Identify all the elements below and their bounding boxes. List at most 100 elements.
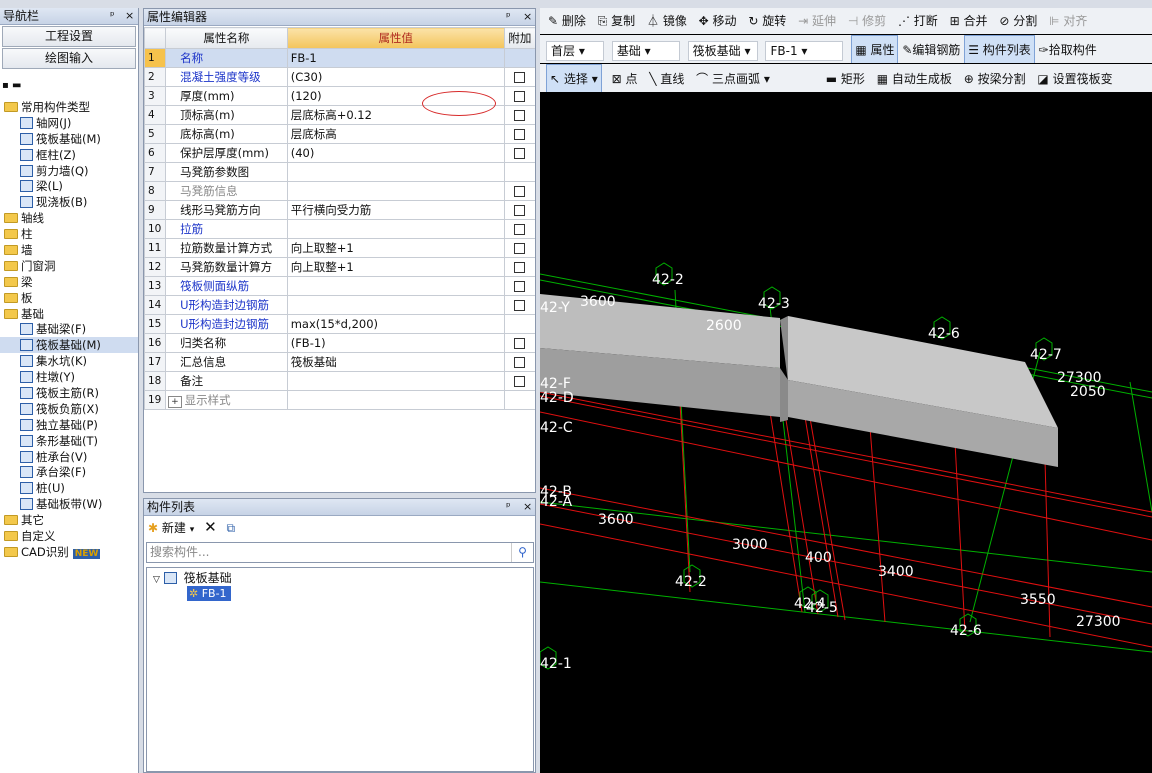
align-button[interactable]: ⊫ 对齐 — [1049, 8, 1087, 34]
tree-item[interactable]: 墙 — [0, 242, 138, 258]
extra-checkbox[interactable] — [514, 186, 526, 197]
property-row[interactable]: 7 马凳筋参数图 — [144, 162, 535, 182]
property-value[interactable] — [286, 276, 505, 296]
property-row[interactable]: 16 归类名称 (FB-1) — [144, 333, 535, 353]
tree-item[interactable]: 基础 — [0, 306, 138, 322]
rotate-button[interactable]: ↻ 旋转 — [748, 8, 786, 34]
property-row[interactable]: 6 保护层厚度(mm) (40) — [144, 143, 535, 163]
break-button[interactable]: ⋰ 打断 — [898, 8, 938, 34]
property-row[interactable]: 19 + 显示样式 — [144, 390, 535, 410]
extra-checkbox[interactable] — [514, 338, 526, 349]
extra-checkbox[interactable] — [514, 262, 526, 273]
point-button[interactable]: ⊠ 点 — [612, 65, 638, 92]
close-icon[interactable]: × — [523, 499, 532, 515]
tree-item[interactable]: 基础梁(F) — [0, 321, 138, 337]
extra-checkbox[interactable] — [514, 110, 526, 121]
property-value[interactable] — [286, 371, 505, 391]
extra-checkbox[interactable] — [514, 376, 526, 387]
close-icon[interactable]: × — [125, 8, 134, 24]
delete-icon[interactable]: ✕ — [204, 518, 217, 536]
tree-item[interactable]: 集水坑(K) — [0, 353, 138, 369]
tree-item[interactable]: 筏板基础(M) — [0, 337, 138, 354]
property-value[interactable] — [286, 219, 505, 239]
property-value[interactable]: (40) — [286, 143, 505, 163]
3d-viewport[interactable]: 42-242-342-642-742-242-442-542-642-142-D… — [540, 92, 1152, 773]
extra-checkbox[interactable] — [514, 243, 526, 254]
tree-item[interactable]: 自定义 — [0, 528, 138, 544]
tree-item[interactable]: 筏板负筋(X) — [0, 401, 138, 417]
property-row[interactable]: 17 汇总信息 筏板基础 — [144, 352, 535, 372]
extra-checkbox[interactable] — [514, 224, 526, 235]
pin-icon[interactable]: ᵖ — [506, 9, 511, 25]
extra-checkbox[interactable] — [514, 129, 526, 140]
property-value[interactable]: (C30) — [286, 67, 505, 87]
tree-item[interactable]: 筏板基础(M) — [0, 131, 138, 147]
property-row[interactable]: 11 拉筋数量计算方式 向上取整+1 — [144, 238, 535, 258]
property-value[interactable] — [286, 390, 505, 410]
tree-item[interactable]: 现浇板(B) — [0, 194, 138, 210]
tree-item[interactable]: 桩承台(V) — [0, 449, 138, 465]
tree-item[interactable]: 柱 — [0, 226, 138, 242]
line-button[interactable]: ╲ 直线 — [649, 65, 684, 92]
tree-item[interactable]: 门窗洞 — [0, 258, 138, 274]
tree-item[interactable]: 轴网(J) — [0, 115, 138, 131]
property-row[interactable]: 2 混凝土强度等级 (C30) — [144, 67, 535, 87]
trim-button[interactable]: ⊣ 修剪 — [848, 8, 886, 34]
mirror-button[interactable]: ⏃ 镜像 — [647, 8, 687, 34]
extra-checkbox[interactable] — [514, 91, 526, 102]
pin-icon[interactable]: ᵖ — [110, 8, 115, 24]
tree-item[interactable]: 剪力墙(Q) — [0, 163, 138, 179]
property-row[interactable]: 1 名称 FB-1 — [144, 48, 535, 68]
property-button[interactable]: ▦ 属性 — [851, 35, 899, 63]
tree-item[interactable]: 承台梁(F) — [0, 464, 138, 480]
property-row[interactable]: 18 备注 — [144, 371, 535, 391]
property-row[interactable]: 14 U形构造封边钢筋 — [144, 295, 535, 315]
set-raft-slope-button[interactable]: ◪ 设置筏板变 — [1037, 65, 1112, 92]
extra-checkbox[interactable] — [514, 281, 526, 292]
extra-checkbox[interactable] — [514, 357, 526, 368]
tree-item[interactable]: 轴线 — [0, 210, 138, 226]
rect-button[interactable]: ▬ 矩形 — [826, 65, 865, 92]
auto-slab-button[interactable]: ▦ 自动生成板 — [877, 65, 952, 92]
property-value[interactable]: 向上取整+1 — [286, 257, 505, 277]
property-row[interactable]: 10 拉筋 — [144, 219, 535, 239]
property-row[interactable]: 5 底标高(m) 层底标高 — [144, 124, 535, 144]
project-settings-button[interactable]: 工程设置 — [2, 26, 136, 47]
item-select[interactable]: FB-1 ▾ — [765, 40, 844, 61]
tree-item[interactable]: 其它 — [0, 512, 138, 528]
search-icon[interactable]: ⚲ — [511, 543, 533, 562]
property-row[interactable]: 8 马凳筋信息 — [144, 181, 535, 201]
property-value[interactable]: 平行横向受力筋 — [286, 200, 505, 220]
property-row[interactable]: 13 筏板侧面纵筋 — [144, 276, 535, 296]
category-select[interactable]: 基础 ▾ — [611, 40, 680, 61]
pick-component-button[interactable]: ✑拾取构件 — [1039, 43, 1097, 57]
copy-button[interactable]: ⎘ 复制 — [598, 8, 635, 34]
tree-item[interactable]: 条形基础(T) — [0, 433, 138, 449]
property-value[interactable]: (FB-1) — [286, 333, 505, 353]
tree-item[interactable]: CAD识别 NEW — [0, 544, 138, 560]
dropdown-icon[interactable]: ▾ — [190, 525, 195, 535]
move-button[interactable]: ✥ 移动 — [699, 8, 737, 34]
tree-item[interactable]: 常用构件类型 — [0, 99, 138, 115]
edit-rebar-button[interactable]: ✎编辑钢筋 — [902, 43, 960, 57]
merge-button[interactable]: ⊞ 合并 — [950, 8, 988, 34]
tree-item[interactable]: 梁(L) — [0, 178, 138, 194]
extra-checkbox[interactable] — [514, 72, 526, 83]
property-value[interactable]: 层底标高 — [286, 124, 505, 144]
extra-checkbox[interactable] — [514, 300, 526, 311]
component-list-button[interactable]: ☰ 构件列表 — [964, 35, 1035, 63]
extra-checkbox[interactable] — [514, 148, 526, 159]
tree-item[interactable]: 筏板主筋(R) — [0, 385, 138, 401]
property-row[interactable]: 9 线形马凳筋方向 平行横向受力筋 — [144, 200, 535, 220]
tree-item[interactable]: 框柱(Z) — [0, 147, 138, 163]
extra-checkbox[interactable] — [514, 205, 526, 216]
property-value[interactable] — [286, 162, 505, 182]
property-value[interactable] — [286, 295, 505, 315]
tree-item[interactable]: 柱墩(Y) — [0, 369, 138, 385]
property-value[interactable]: max(15*d,200) — [286, 314, 505, 334]
property-value[interactable] — [286, 181, 505, 201]
collapse-icon[interactable]: ▽ — [153, 575, 160, 585]
copy-icon[interactable]: ⧉ — [227, 521, 236, 535]
raft-slab-left-front[interactable] — [780, 368, 788, 417]
delete-button[interactable]: ✎ 删除 — [548, 8, 586, 34]
